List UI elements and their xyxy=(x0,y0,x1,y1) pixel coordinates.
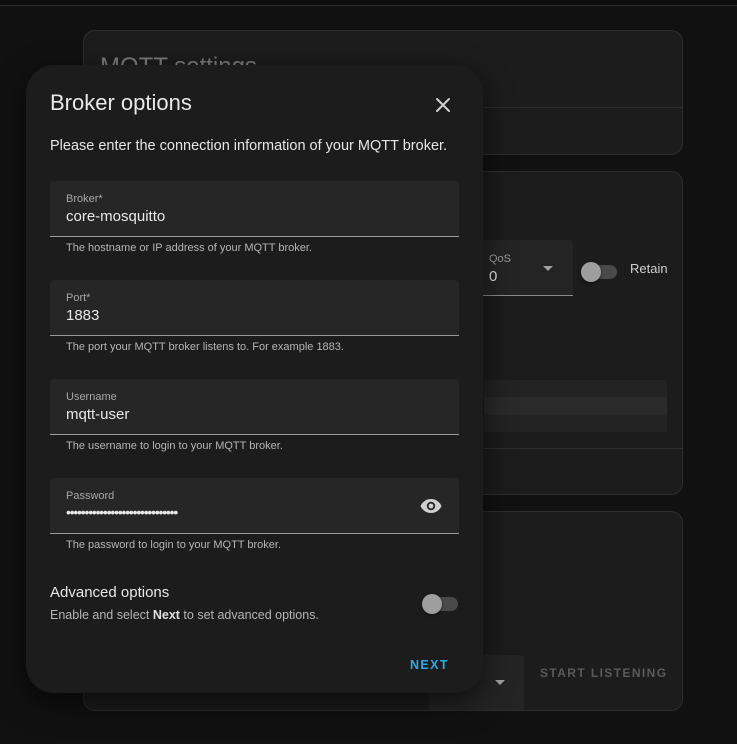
password-field[interactable]: Password •••••••••••••••••••••••••••••• xyxy=(50,478,459,534)
caret-down-icon xyxy=(543,266,553,271)
top-bar xyxy=(0,0,737,6)
password-input-value[interactable]: •••••••••••••••••••••••••••••• xyxy=(66,504,178,520)
dialog-description: Please enter the connection information … xyxy=(50,138,448,154)
port-input-value[interactable]: 1883 xyxy=(66,307,99,324)
username-label: Username xyxy=(66,391,117,403)
payload-editor[interactable] xyxy=(484,380,667,432)
switch-thumb xyxy=(581,262,601,282)
username-helper-text: The username to login to your MQTT broke… xyxy=(66,440,283,452)
broker-input-value[interactable]: core-mosquitto xyxy=(66,208,165,225)
dialog-title: Broker options xyxy=(50,90,192,115)
password-label: Password xyxy=(66,490,115,502)
show-password-button[interactable] xyxy=(419,494,443,518)
username-field[interactable]: Username mqtt-user xyxy=(50,379,459,435)
advanced-options-title: Advanced options xyxy=(50,584,170,601)
page: MQTT settings QoS 0 Retain START LISTENI… xyxy=(0,0,737,744)
start-listening-button[interactable]: START LISTENING xyxy=(540,666,667,680)
port-label: Port* xyxy=(66,292,91,304)
broker-label: Broker* xyxy=(66,193,103,205)
switch-thumb xyxy=(422,594,442,614)
qos-select[interactable]: QoS 0 xyxy=(477,240,573,296)
broker-options-dialog: Broker options Please enter the connecti… xyxy=(26,65,483,693)
close-button[interactable] xyxy=(429,91,457,119)
next-button[interactable]: NEXT xyxy=(410,658,449,672)
caret-down-icon xyxy=(495,680,505,685)
adv-desc-text: Enable and select xyxy=(50,608,153,622)
port-field[interactable]: Port* 1883 xyxy=(50,280,459,336)
adv-desc-next: Next xyxy=(152,608,180,622)
port-helper-text: The port your MQTT broker listens to. Fo… xyxy=(66,341,344,353)
retain-label: Retain xyxy=(630,261,668,276)
broker-helper-text: The hostname or IP address of your MQTT … xyxy=(66,242,312,254)
advanced-options-toggle[interactable] xyxy=(422,594,458,614)
close-icon xyxy=(436,98,450,112)
broker-field[interactable]: Broker* core-mosquitto xyxy=(50,181,459,237)
password-helper-text: The password to login to your MQTT broke… xyxy=(66,539,281,551)
adv-desc-text-end: to set advanced options. xyxy=(179,608,319,622)
qos-value: 0 xyxy=(489,268,498,285)
qos-label: QoS xyxy=(489,253,512,265)
advanced-options-description: Enable and select Next to set advanced o… xyxy=(50,608,319,622)
username-input-value[interactable]: mqtt-user xyxy=(66,406,129,423)
eye-icon xyxy=(420,499,442,513)
retain-toggle[interactable] xyxy=(581,262,617,282)
payload-line xyxy=(484,397,667,415)
